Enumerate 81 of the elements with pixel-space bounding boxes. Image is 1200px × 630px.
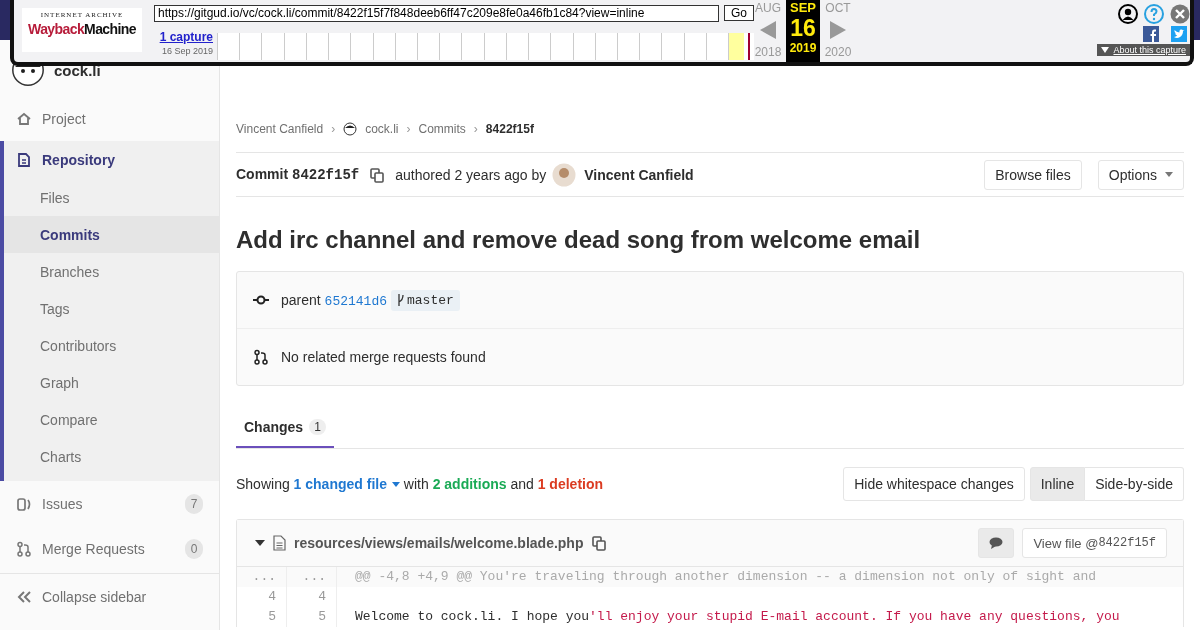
capture-date: 16 Sep 2019: [161, 46, 213, 56]
collapse-caret-icon[interactable]: [255, 540, 265, 546]
line-number: ...: [237, 567, 287, 587]
issues-icon: [16, 495, 32, 512]
sidebar-item[interactable]: Merge Requests 0: [0, 526, 219, 571]
close-icon[interactable]: [1170, 4, 1190, 24]
view-mode-button[interactable]: Side-by-side: [1085, 467, 1184, 501]
commit-label: Commit 8422f15f: [236, 166, 360, 183]
breadcrumb-link[interactable]: cock.li: [365, 122, 399, 136]
whitespace-button[interactable]: Hide whitespace changes: [843, 467, 1025, 501]
speech-bubble-icon: [989, 537, 1004, 549]
sidebar-subitem[interactable]: Graph: [4, 364, 219, 401]
copy-icon[interactable]: [591, 535, 608, 551]
line-number: 5: [287, 607, 337, 627]
breadcrumb-link[interactable]: Vincent Canfield: [236, 122, 324, 136]
sidebar-subitem[interactable]: Compare: [4, 401, 219, 438]
collapse-sidebar-button[interactable]: Collapse sidebar: [0, 573, 219, 619]
file-icon: [273, 535, 286, 551]
branch-icon: [397, 294, 405, 306]
options-button[interactable]: Options: [1097, 159, 1184, 190]
captures-link[interactable]: 1 capture: [159, 30, 213, 44]
view-mode-button[interactable]: Inline: [1029, 467, 1086, 501]
line-number: 5: [237, 607, 287, 627]
sidebar-subitem[interactable]: Charts: [4, 438, 219, 475]
count-badge: 7: [185, 493, 203, 514]
diff-summary: Showing 1 changed file with 2 additions and 1 deletion: [236, 476, 605, 492]
line-number: 4: [237, 587, 287, 607]
breadcrumb-link[interactable]: Commits: [418, 122, 466, 136]
copy-icon[interactable]: [369, 166, 386, 183]
document-icon: [16, 152, 32, 168]
sidebar-item[interactable]: Project: [0, 100, 219, 138]
sidebar-item[interactable]: Repository: [42, 152, 116, 168]
sidebar-subitem[interactable]: Tags: [4, 290, 219, 327]
commit-meta: authored 2 years ago by: [395, 166, 547, 183]
caret-icon: [391, 482, 400, 487]
user-icon[interactable]: [1118, 4, 1138, 24]
project-avatar-icon: [343, 122, 358, 136]
facebook-icon[interactable]: [1143, 26, 1159, 42]
right-arrow-icon[interactable]: [830, 21, 846, 39]
breadcrumb-current[interactable]: 8422f15f: [485, 122, 534, 136]
parent-label: parent 652141d6: [281, 291, 387, 309]
sidebar-subitem[interactable]: Branches: [4, 253, 219, 290]
caret-icon: [1101, 47, 1110, 53]
double-chevron-icon: [16, 588, 32, 605]
changed-files-link[interactable]: 1 changed file: [293, 476, 400, 492]
browse-files-button[interactable]: Browse files: [984, 159, 1082, 190]
code-line: @@ -4,8 +4,9 @@ You're traveling through another dimension -- a dimension not only of sight and: [354, 568, 1097, 586]
line-number: ...: [287, 567, 337, 587]
commit-title: Add irc channel and remove dead song from welcome email: [236, 225, 922, 255]
branch-tag[interactable]: master: [391, 289, 460, 311]
changes-tab[interactable]: Changes 1: [236, 408, 334, 448]
sidebar-item[interactable]: Issues 7: [0, 481, 219, 526]
go-button[interactable]: Go: [724, 5, 754, 21]
code-line: Welcome to cock.li. I hope you'll enjoy your stupid E-mail account. If you have any questions, you: [354, 608, 1120, 626]
url-field[interactable]: https://gitgud.io/vc/cock.li/commit/8422f15f7f848deeb6ff47c209e8fe0a46fb1c84?view=inline: [154, 4, 719, 22]
breadcrumb-separator: ›: [331, 122, 336, 136]
project-name[interactable]: cock.li: [54, 61, 101, 79]
file-path[interactable]: resources/views/emails/welcome.blade.php: [294, 535, 584, 551]
author-avatar: [552, 162, 577, 187]
view-file-button[interactable]: View file @8422f15f: [1022, 528, 1167, 558]
year-label: 2019: [789, 41, 817, 55]
breadcrumb-separator: ›: [473, 122, 478, 136]
home-icon: [16, 111, 32, 127]
count-badge: 1: [309, 419, 326, 435]
comment-button[interactable]: [978, 528, 1015, 558]
month-label: SEP: [790, 0, 816, 15]
count-badge: 0: [185, 538, 203, 559]
breadcrumb-separator: ›: [406, 122, 411, 136]
left-arrow-icon[interactable]: [760, 21, 776, 39]
author-link[interactable]: Vincent Canfield: [584, 166, 694, 183]
merge-request-icon: [16, 540, 32, 557]
about-capture-link[interactable]: About this capture: [1097, 44, 1190, 56]
sidebar-subitem[interactable]: Commits: [4, 216, 219, 253]
bird-icon[interactable]: [1171, 26, 1187, 42]
merge-request-icon: [253, 349, 269, 365]
caret-icon: [1165, 172, 1173, 177]
day-label: 16: [790, 15, 816, 41]
sidebar-subitem[interactable]: Contributors: [4, 327, 219, 364]
sidebar-subitem[interactable]: Files: [4, 179, 219, 216]
merge-requests-text: No related merge requests found: [281, 349, 486, 365]
line-number: 4: [287, 587, 337, 607]
